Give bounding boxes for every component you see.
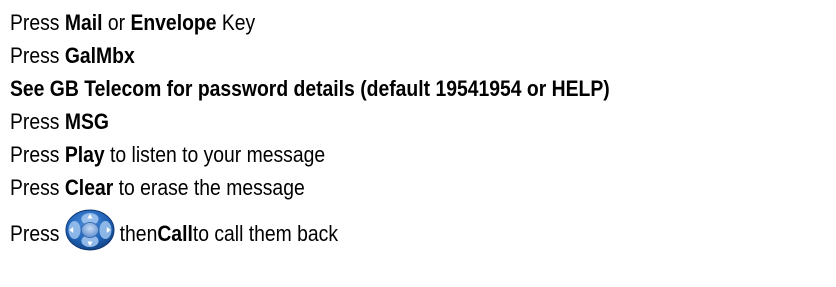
step-text: Press (10, 10, 65, 35)
step-play: Press Play to listen to your message (10, 138, 717, 171)
envelope-key-label: Envelope (130, 10, 217, 35)
step-galmbx: Press GalMbx (10, 39, 717, 72)
step-text: or (102, 10, 131, 35)
step-text: Press (10, 221, 60, 246)
play-key-label: Play (64, 142, 105, 167)
step-text: Press (10, 142, 65, 167)
step-msg: Press MSG (10, 105, 717, 138)
mail-key-label: Mail (64, 10, 103, 35)
step-text: Press (10, 175, 65, 200)
step-mail-envelope: Press Mail or Envelope Key (10, 6, 717, 39)
step-text: Press (10, 109, 65, 134)
step-text: to call them back (192, 221, 339, 246)
msg-key-label: MSG (64, 109, 109, 134)
step-clear: Press Clear to erase the message (10, 171, 717, 204)
password-note: See GB Telecom for password details (def… (10, 76, 610, 101)
step-text: Press (10, 43, 65, 68)
navigation-pad-icon (65, 209, 115, 251)
clear-key-label: Clear (64, 175, 114, 200)
step-text: then (119, 221, 158, 246)
step-call-back: Press then Call to call them back (10, 209, 717, 254)
galmbx-key-label: GalMbx (64, 43, 135, 68)
step-text: to erase the message (113, 175, 305, 200)
instructions-list: Press Mail or Envelope Key Press GalMbx … (10, 6, 832, 254)
step-text: Key (216, 10, 256, 35)
call-key-label: Call (157, 221, 193, 246)
step-text: to listen to your message (104, 142, 326, 167)
step-password-note: See GB Telecom for password details (def… (10, 72, 717, 105)
